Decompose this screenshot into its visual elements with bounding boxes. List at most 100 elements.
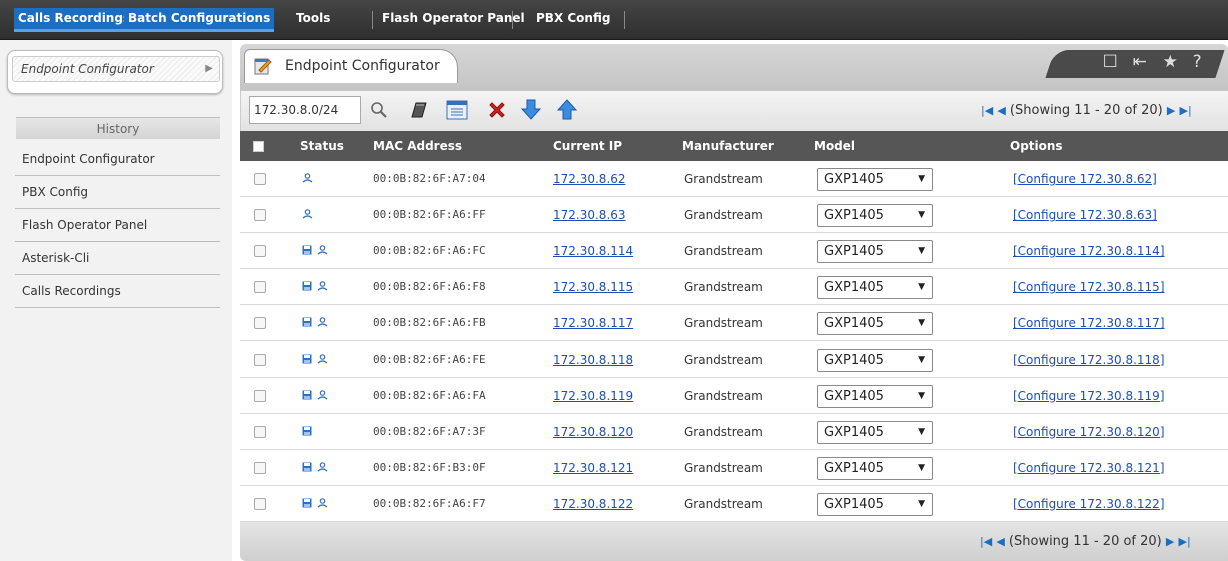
last-page-icon[interactable]: ▶| (1179, 535, 1191, 548)
ip-link[interactable]: 172.30.8.114 (553, 244, 633, 258)
history-item-endpoint-configurator[interactable]: Endpoint Configurator (15, 143, 220, 176)
history-item-pbx-config[interactable]: PBX Config (15, 176, 220, 209)
status-user (317, 353, 328, 367)
header-status[interactable]: Status (300, 131, 344, 161)
configure-link[interactable]: [Configure 172.30.8.117] (1013, 316, 1165, 330)
model-select[interactable]: GXP1405 ▼ (817, 312, 933, 336)
row-checkbox[interactable] (254, 353, 266, 366)
model-select[interactable]: GXP1405 ▼ (817, 420, 933, 444)
menu-calls-recordings[interactable]: Calls Recordings (14, 8, 135, 32)
configure-link[interactable]: [Configure 172.30.8.115] (1013, 280, 1165, 294)
ip-link[interactable]: 172.30.8.63 (553, 208, 626, 222)
prev-page-icon[interactable]: ◀ (996, 535, 1004, 548)
configure-link[interactable]: [Configure 172.30.8.121] (1013, 461, 1165, 475)
search-button[interactable] (365, 96, 393, 124)
table-row: 00:0B:82:6F:A6:FE 172.30.8.118 Grandstream… (240, 341, 1228, 378)
header-options[interactable]: Options (1010, 131, 1063, 161)
mac-address: 00:0B:82:6F:A7:3F (373, 424, 486, 438)
ip-link[interactable]: 172.30.8.62 (553, 172, 626, 186)
prev-page-icon[interactable]: ◀ (997, 104, 1005, 117)
status-save (302, 244, 312, 258)
list-button[interactable] (443, 96, 471, 124)
row-checkbox[interactable] (254, 317, 266, 330)
menu-separator (624, 11, 625, 29)
row-checkbox[interactable] (254, 173, 266, 185)
ip-link[interactable]: 172.30.8.118 (553, 353, 633, 367)
configure-link[interactable]: [Configure 172.30.8.118] (1013, 353, 1165, 367)
header-current-ip[interactable]: Current IP (553, 131, 622, 161)
pager-text: (Showing 11 - 20 of 20) (1008, 534, 1162, 549)
ip-link[interactable]: 172.30.8.115 (553, 280, 633, 294)
manufacturer: Grandstream (684, 424, 763, 439)
header-model[interactable]: Model (814, 131, 855, 161)
user-icon (317, 498, 328, 508)
ip-link[interactable]: 172.30.8.120 (553, 425, 633, 439)
configure-link[interactable]: [Configure 172.30.8.62] (1013, 172, 1157, 186)
tab-endpoint-configurator[interactable]: Endpoint Configurator (244, 49, 458, 83)
ip-link[interactable]: 172.30.8.119 (553, 389, 633, 403)
last-page-icon[interactable]: ▶| (1180, 104, 1192, 117)
ip-link[interactable]: 172.30.8.117 (553, 316, 633, 330)
current-module-button[interactable]: Endpoint Configurator ▶ (12, 56, 220, 82)
model-select[interactable]: GXP1405 ▼ (817, 240, 933, 264)
configure-link[interactable]: [Configure 172.30.8.63] (1013, 208, 1157, 222)
menu-tools[interactable]: Tools (292, 8, 334, 32)
select-all-checkbox[interactable] (253, 141, 264, 152)
first-page-icon[interactable]: |◀ (980, 535, 992, 548)
model-select[interactable]: GXP1405 ▼ (817, 204, 933, 228)
delete-button[interactable] (483, 96, 511, 124)
next-page-icon[interactable]: ▶ (1166, 535, 1174, 548)
header-mac-address[interactable]: MAC Address (373, 131, 462, 161)
network-filter-input[interactable] (249, 96, 361, 124)
save-icon (302, 354, 312, 363)
model-select[interactable]: GXP1405 ▼ (817, 384, 933, 408)
chevron-down-icon: ▼ (918, 318, 925, 329)
row-checkbox[interactable] (254, 461, 266, 474)
model-select[interactable]: GXP1405 ▼ (817, 456, 933, 480)
model-select[interactable]: GXP1405 ▼ (817, 276, 933, 300)
configure-link[interactable]: [Configure 172.30.8.119] (1013, 389, 1165, 403)
search-icon (371, 102, 387, 118)
first-page-icon[interactable]: |◀ (981, 104, 993, 117)
scan-button[interactable] (405, 96, 433, 124)
status-save (302, 461, 312, 475)
table-row: 00:0B:82:6F:A6:FF 172.30.8.63 Grandstream G… (240, 197, 1228, 234)
chevron-down-icon: ▼ (918, 498, 925, 509)
header-manufacturer[interactable]: Manufacturer (682, 131, 774, 161)
configure-link[interactable]: [Configure 172.30.8.114] (1013, 244, 1165, 258)
row-checkbox[interactable] (254, 425, 266, 438)
current-module-box: Endpoint Configurator ▶ (7, 50, 223, 94)
model-select[interactable]: GXP1405 ▼ (817, 492, 933, 516)
save-icon (302, 390, 312, 400)
history-item-asterisk-cli[interactable]: Asterisk-Cli (15, 242, 220, 275)
menu-pbx-config[interactable]: PBX Config (532, 8, 614, 32)
status-save (302, 425, 312, 439)
row-checkbox[interactable] (254, 209, 266, 222)
configure-link[interactable]: [Configure 172.30.8.120] (1013, 425, 1165, 439)
module-toolbox: ☐ ⇤ ★ ? (1045, 50, 1225, 78)
model-select[interactable]: GXP1405 ▼ (817, 168, 933, 191)
history-item-calls-recordings[interactable]: Calls Recordings (15, 275, 220, 308)
menu-flash-operator-panel[interactable]: Flash Operator Panel (378, 8, 529, 32)
download-button[interactable] (517, 96, 545, 124)
scan-icon (411, 102, 427, 118)
row-checkbox[interactable] (254, 497, 266, 510)
row-checkbox[interactable] (254, 389, 266, 402)
help-icon[interactable]: ? (1193, 52, 1202, 72)
history-item-flash-operator-panel[interactable]: Flash Operator Panel (15, 209, 220, 242)
collapse-icon[interactable]: ⇤ (1133, 52, 1147, 72)
next-page-icon[interactable]: ▶ (1167, 104, 1175, 117)
model-select[interactable]: GXP1405 ▼ (817, 348, 933, 372)
model-value: GXP1405 (824, 460, 884, 476)
edit-icon[interactable]: ☐ (1103, 52, 1118, 72)
menu-batch-configurations[interactable]: Batch Configurations (124, 8, 275, 32)
star-icon[interactable]: ★ (1163, 52, 1178, 72)
ip-link[interactable]: 172.30.8.121 (553, 461, 633, 475)
upload-button[interactable] (553, 96, 581, 124)
ip-link[interactable]: 172.30.8.122 (553, 497, 633, 511)
user-icon (317, 281, 328, 291)
configure-link[interactable]: [Configure 172.30.8.122] (1013, 497, 1165, 511)
status-save (302, 353, 312, 367)
row-checkbox[interactable] (254, 245, 266, 258)
row-checkbox[interactable] (254, 281, 266, 294)
